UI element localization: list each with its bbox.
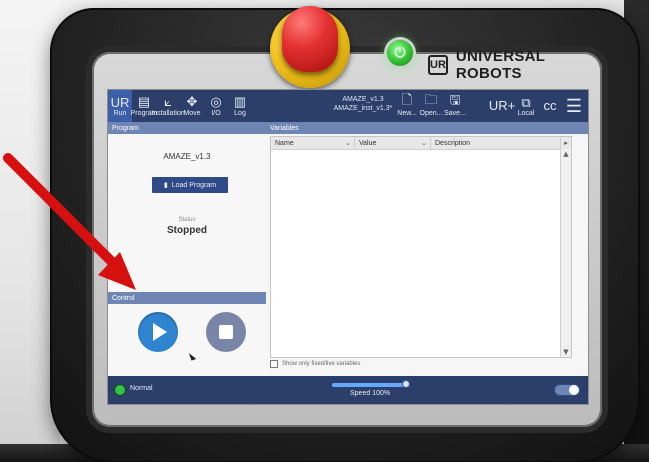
current-files: AMAZE_v1.3 AMAZE_inst_v1.3* <box>328 95 398 113</box>
tab-io[interactable]: ◎ I/O <box>204 90 228 122</box>
robot-status-indicator[interactable] <box>114 384 126 396</box>
loaded-program-name: AMAZE_v1.3 <box>163 152 211 161</box>
scroll-up-icon[interactable]: ▲ <box>561 149 571 159</box>
show-fixed-variables[interactable]: Show only fixed/live variables <box>270 360 360 368</box>
play-icon <box>153 323 167 341</box>
control-panel: Control <box>108 292 267 376</box>
brand: UR UNIVERSAL ROBOTS <box>428 48 598 82</box>
top-bar: UR Run ▤ Program ⟀ Installation ✥ Move ◎… <box>108 90 588 122</box>
tab-label: I/O <box>211 110 221 117</box>
control-section-header: Control <box>108 292 266 304</box>
variables-table-header: Name ⌄ Value ⌄ Description <box>271 137 571 150</box>
program-icon: ▤ <box>137 94 151 109</box>
tab-run[interactable]: UR Run <box>108 90 132 122</box>
status-label: Status <box>178 217 196 223</box>
stop-button[interactable] <box>206 312 246 352</box>
load-program-button[interactable]: ▮ Load Program <box>152 177 228 193</box>
tab-installation[interactable]: ⟀ Installation <box>151 90 184 122</box>
file-actions: 🗋 New... 🗀 Open... 🖫 Save... <box>397 90 466 122</box>
tab-label: Log <box>234 110 246 117</box>
folder-icon: 🗀 <box>424 92 438 107</box>
expand-table-button[interactable]: ▸ <box>560 137 571 149</box>
variables-section-header: Variables <box>266 122 588 134</box>
folder-icon: ▮ <box>163 182 168 189</box>
tab-log[interactable]: ▥ Log <box>228 90 252 122</box>
brand-name: UNIVERSAL ROBOTS <box>455 48 545 82</box>
sort-caret-icon: ⌄ <box>345 140 351 147</box>
column-description[interactable]: Description <box>431 137 571 149</box>
emergency-stop-button[interactable] <box>282 6 338 72</box>
save-icon: 🖫 <box>449 92 461 107</box>
toggle-knob <box>569 385 579 395</box>
local-label: Local <box>517 109 535 117</box>
mouse-cursor-icon <box>188 351 197 361</box>
local-icon: ⧉ <box>521 94 531 110</box>
show-fixed-checkbox[interactable] <box>270 360 278 368</box>
installation-file-name: AMAZE_inst_v1.3* <box>333 105 393 112</box>
column-value-label: Value <box>359 139 377 147</box>
installation-icon: ⟀ <box>164 94 172 109</box>
ur-logo-icon: UR <box>110 94 130 110</box>
save-button[interactable]: 🖫 Save... <box>444 90 466 122</box>
status-value: Stopped <box>167 225 207 236</box>
ur-logo-icon: UR <box>428 55 448 75</box>
hamburger-menu-icon: ☰ <box>565 96 583 116</box>
footer-bar: Normal Speed 100% <box>108 376 588 404</box>
variables-scrollbar[interactable]: ▲ ▼ <box>560 149 571 357</box>
robot-status-text: Normal <box>130 385 153 392</box>
play-button[interactable] <box>138 312 178 352</box>
menu-button[interactable]: ☰ <box>564 90 584 122</box>
new-button[interactable]: 🗋 New... <box>397 90 417 122</box>
new-file-icon: 🗋 <box>401 92 413 107</box>
chevron-right-icon: ▸ <box>564 139 568 147</box>
variables-table: Name ⌄ Value ⌄ Description ▸ ▲ ▼ <box>270 136 572 358</box>
cc-button[interactable]: cc <box>540 90 560 122</box>
load-program-label: Load Program <box>171 181 217 189</box>
tab-label: Run <box>113 110 127 117</box>
log-icon: ▥ <box>233 94 247 109</box>
local-mode-button[interactable]: ⧉ Local <box>516 90 536 122</box>
sort-caret-icon: ⌄ <box>421 140 427 147</box>
ur-plus-icon: UR+ <box>488 98 516 113</box>
save-label: Save... <box>444 110 466 117</box>
speed-slider-fill <box>332 383 410 387</box>
io-icon: ◎ <box>210 94 222 109</box>
speed-label: Speed 100% <box>350 390 391 397</box>
program-section-header: Program <box>108 122 266 134</box>
right-tools: UR+ ⧉ Local cc ☰ <box>488 90 584 122</box>
column-description-label: Description <box>435 139 471 147</box>
scroll-down-icon[interactable]: ▼ <box>561 347 571 357</box>
column-name-label: Name <box>275 139 294 147</box>
move-icon: ✥ <box>186 94 198 109</box>
simulation-toggle[interactable] <box>554 384 580 396</box>
tab-label: Move <box>183 110 201 117</box>
new-label: New... <box>397 110 417 117</box>
program-file-name: AMAZE_v1.3 <box>342 96 384 103</box>
urcap-button[interactable]: UR+ <box>488 90 516 122</box>
program-panel: Program AMAZE_v1.3 ▮ Load Program Status… <box>108 122 267 292</box>
power-button[interactable]: ⏻ <box>387 40 413 66</box>
speed-slider-handle[interactable] <box>402 380 410 388</box>
open-label: Open... <box>419 110 443 117</box>
tab-move[interactable]: ✥ Move <box>180 90 204 122</box>
column-value[interactable]: Value ⌄ <box>355 137 431 149</box>
photo-scene: ⏻ UR UNIVERSAL ROBOTS UR Run ▤ Program ⟀… <box>0 0 649 462</box>
cc-icon: cc <box>543 98 557 113</box>
polyscope-screen: UR Run ▤ Program ⟀ Installation ✥ Move ◎… <box>108 90 588 404</box>
power-icon: ⏻ <box>394 45 406 61</box>
variables-panel: Variables Name ⌄ Value ⌄ Description ▸ ▲… <box>266 122 588 376</box>
speed-slider[interactable] <box>332 380 410 388</box>
open-button[interactable]: 🗀 Open... <box>419 90 443 122</box>
stop-icon <box>219 325 233 339</box>
column-name[interactable]: Name ⌄ <box>271 137 355 149</box>
tab-program[interactable]: ▤ Program <box>131 90 158 122</box>
show-fixed-label: Show only fixed/live variables <box>282 361 361 367</box>
